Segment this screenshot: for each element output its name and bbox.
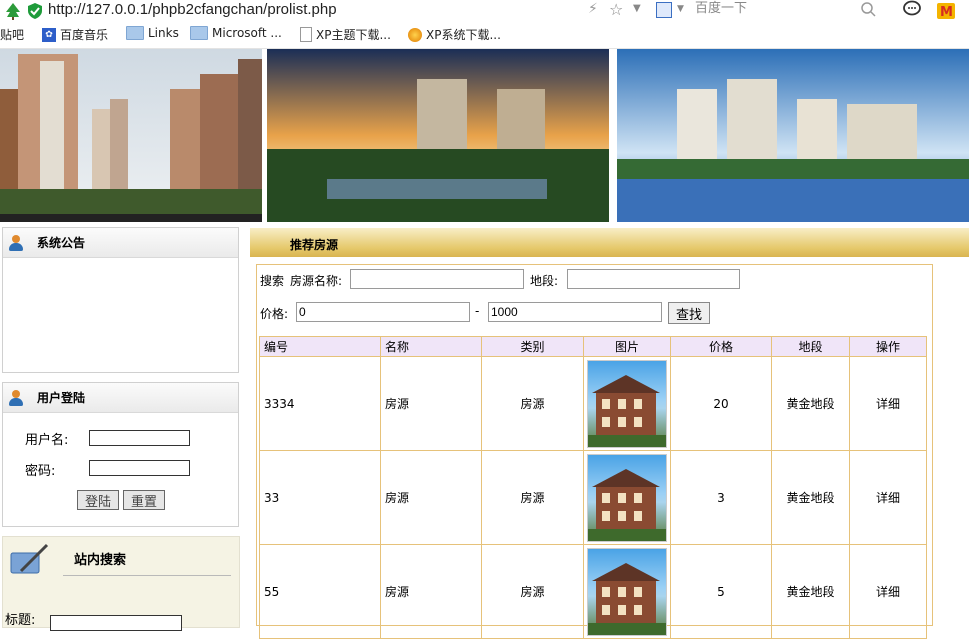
cell-price: 3: [670, 450, 772, 545]
cell-category: 房源: [481, 544, 584, 639]
user-icon: [9, 389, 23, 406]
cell-price: 20: [670, 356, 772, 451]
banner-image-1: [0, 49, 262, 222]
table-row: 3334 房源 房源 20 黄金地段 详细: [259, 356, 927, 451]
svg-text:M: M: [940, 5, 953, 20]
reset-button[interactable]: 重置: [123, 490, 165, 510]
house-thumbnail[interactable]: [587, 453, 667, 542]
home-tree-icon[interactable]: [4, 2, 22, 20]
find-button[interactable]: 查找: [668, 302, 710, 324]
detail-link[interactable]: 详细: [849, 356, 927, 451]
recommended-title: 推荐房源: [290, 238, 339, 252]
cell-district: 黄金地段: [771, 356, 850, 451]
bookmark-tieba[interactable]: 贴吧: [0, 26, 24, 43]
cell-id: 33: [259, 450, 381, 545]
header-price: 价格: [670, 336, 772, 357]
table-header-row: 编号 名称 类别 图片 价格 地段 操作: [259, 336, 927, 357]
cell-name: 房源: [380, 450, 482, 545]
house-thumbnail[interactable]: [587, 359, 667, 448]
district-label: 地段:: [530, 274, 559, 288]
cell-price: 5: [670, 544, 772, 639]
bookmark-microsoft[interactable]: Microsoft ...: [190, 26, 282, 40]
site-search-panel: 站内搜索 标题:: [2, 536, 240, 631]
district-input[interactable]: [567, 269, 740, 289]
chevron-down-icon[interactable]: ▼: [633, 3, 641, 14]
house-name-input[interactable]: [350, 269, 524, 289]
site-search-title: 站内搜索: [74, 553, 127, 568]
site-search-input[interactable]: [50, 615, 182, 631]
page-icon: [300, 27, 312, 42]
username-label: 用户名:: [25, 433, 69, 448]
bookmarks-bar: 贴吧 ✿ 百度音乐 Links Microsoft ... XP主题下载... …: [0, 22, 969, 49]
user-icon: [9, 234, 23, 251]
search-icon[interactable]: [860, 1, 876, 17]
table-row: 33 房源 房源 3 黄金地段 详细: [259, 450, 927, 545]
title-divider: [63, 575, 231, 576]
chat-icon[interactable]: [902, 0, 922, 18]
header-district: 地段: [771, 336, 850, 357]
bookmark-xp-system[interactable]: XP系统下载...: [408, 26, 501, 43]
table-row: 55 房源 房源 5 黄金地段 详细: [259, 544, 927, 639]
header-category: 类别: [481, 336, 584, 357]
house-thumbnail[interactable]: [587, 547, 667, 636]
pen-notepad-icon: [10, 543, 49, 574]
header-image: 图片: [583, 336, 671, 357]
cell-category: 房源: [481, 450, 584, 545]
paw-icon: ✿: [42, 27, 56, 42]
folder-icon: [190, 26, 208, 40]
engine-dropdown-icon[interactable]: ▼: [677, 4, 684, 14]
price-max-input[interactable]: [488, 302, 662, 322]
cell-name: 房源: [380, 544, 482, 639]
header-name: 名称: [380, 336, 482, 357]
recommended-header: 推荐房源: [250, 228, 969, 257]
star-icon[interactable]: ☆: [609, 0, 623, 19]
bookmark-links[interactable]: Links: [126, 26, 179, 40]
search-engine-icon[interactable]: [656, 2, 672, 18]
cell-image: [583, 544, 671, 639]
search-box[interactable]: 百度一下: [695, 0, 747, 18]
cell-category: 房源: [481, 356, 584, 451]
header-id: 编号: [259, 336, 381, 357]
cell-id: 3334: [259, 356, 381, 451]
price-label: 价格:: [260, 307, 289, 321]
cell-image: [583, 356, 671, 451]
lightning-icon[interactable]: ⚡: [588, 1, 598, 17]
banner-image-2: [267, 49, 609, 222]
app-m-icon[interactable]: M: [936, 0, 956, 20]
bookmark-xp-theme[interactable]: XP主题下载...: [300, 26, 391, 43]
password-label: 密码:: [25, 464, 56, 479]
xp-logo-icon: [408, 27, 422, 42]
cell-name: 房源: [380, 356, 482, 451]
notice-panel-header: 系统公告: [3, 228, 238, 258]
detail-link[interactable]: 详细: [849, 450, 927, 545]
price-min-input[interactable]: [296, 302, 470, 322]
cell-image: [583, 450, 671, 545]
search-label: 搜索: [260, 274, 285, 288]
banner-image-3: [617, 49, 969, 222]
login-button[interactable]: 登陆: [77, 490, 119, 510]
cell-id: 55: [259, 544, 381, 639]
notice-panel: 系统公告: [2, 227, 239, 373]
shield-check-icon: [28, 3, 42, 19]
username-input[interactable]: [89, 430, 190, 446]
results-table: 编号 名称 类别 图片 价格 地段 操作 3334 房源 房源 20 黄金地段 …: [259, 336, 927, 639]
login-title: 用户登陆: [37, 391, 86, 405]
price-separator: -: [475, 304, 480, 318]
address-bar[interactable]: http://127.0.0.1/phpb2cfangchan/prolist.…: [0, 0, 969, 22]
name-label: 房源名称:: [290, 274, 343, 288]
bookmark-baidu-music[interactable]: ✿ 百度音乐: [42, 26, 108, 43]
header-action: 操作: [849, 336, 927, 357]
detail-link[interactable]: 详细: [849, 544, 927, 639]
login-panel-header: 用户登陆: [3, 383, 238, 413]
folder-icon: [126, 26, 144, 40]
password-input[interactable]: [89, 460, 190, 476]
login-panel: 用户登陆 用户名: 密码: 登陆 重置: [2, 382, 239, 527]
cell-district: 黄金地段: [771, 450, 850, 545]
notice-title: 系统公告: [37, 236, 86, 250]
cell-district: 黄金地段: [771, 544, 850, 639]
url-text[interactable]: http://127.0.0.1/phpb2cfangchan/prolist.…: [48, 0, 337, 20]
